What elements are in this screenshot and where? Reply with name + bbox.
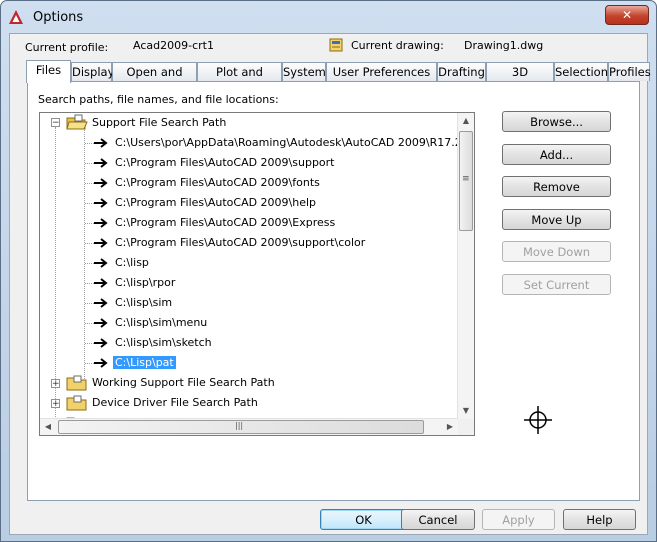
cancel-button[interactable]: Cancel [401,509,475,530]
path-label: C:\Program Files\AutoCAD 2009\fonts [115,176,320,189]
add-button[interactable]: Add... [502,144,611,165]
grip-icon: ≡ [462,174,470,184]
tab-files[interactable]: Files [26,60,71,83]
path-arrow-icon [94,238,108,248]
path-label: C:\Program Files\AutoCAD 2009\help [115,196,317,209]
set-current-button[interactable]: Set Current [502,274,611,295]
tab-system[interactable]: System [282,62,326,81]
apply-button[interactable]: Apply [482,509,555,530]
tab-drafting[interactable]: Drafting [437,62,486,81]
path-item[interactable]: C:\Users\por\AppData\Roaming\Autodesk\Au… [40,133,474,153]
path-item[interactable]: C:\lisp\rpor [40,273,458,293]
path-label: C:\Users\por\AppData\Roaming\Autodesk\Au… [115,136,475,149]
path-arrow-icon [94,358,108,368]
current-drawing-value: Drawing1.dwg [464,39,544,52]
tree-node-device-driver-file-search-path[interactable]: + Device Driver File Search Path [40,393,458,413]
path-label: C:\lisp\sim [115,296,173,309]
path-item[interactable]: C:\lisp\sim\sketch [40,333,458,353]
path-label: C:\Program Files\AutoCAD 2009\support\co… [115,236,366,249]
scroll-corner [458,419,474,435]
path-arrow-icon [94,158,108,168]
search-path-tree[interactable]: − Support File Search Path C:\Users\por\… [39,112,475,436]
tree-node-working-support-file-search-path[interactable]: + Working Support File Search Path [40,373,458,393]
path-arrow-icon [94,338,108,348]
path-label: C:\lisp [115,256,149,269]
path-item-selected[interactable]: C:\Lisp\pat [40,353,458,373]
path-arrow-icon [94,298,108,308]
close-button[interactable]: ✕ [605,5,649,25]
scroll-down-icon[interactable]: ▼ [458,403,474,419]
path-label: C:\lisp\rpor [115,276,176,289]
tree-node-label: Device Driver File Search Path [92,396,258,409]
tab-plot-and-publish[interactable]: Plot and Publish [197,62,282,97]
tree-node-label: Support File Search Path [92,116,227,129]
ok-button[interactable]: OK [320,509,407,530]
browse-button[interactable]: Browse... [502,111,611,132]
path-arrow-icon [94,178,108,188]
path-arrow-icon [94,198,108,208]
crosshair-cursor-icon [524,406,552,434]
current-profile-value: Acad2009-crt1 [133,39,214,52]
open-folder-icon [66,114,88,130]
tab-open-and-save[interactable]: Open and Save [112,62,197,97]
tab-3d-modeling[interactable]: 3D Modeling [486,62,554,97]
horizontal-scroll-thumb[interactable]: ||| [58,420,424,434]
scroll-left-icon[interactable]: ◀ [40,419,56,435]
remove-button[interactable]: Remove [502,176,611,197]
path-label: C:\lisp\sim\sketch [115,336,212,349]
autocad-app-icon [9,10,23,24]
drawing-icon [329,38,343,52]
path-item[interactable]: C:\Program Files\AutoCAD 2009\support\co… [40,233,458,253]
scroll-right-icon[interactable]: ▶ [442,419,458,435]
path-label: C:\lisp\sim\menu [115,316,208,329]
current-profile-label: Current profile: [25,41,109,54]
move-down-button[interactable]: Move Down [502,241,611,262]
path-item[interactable]: C:\lisp\sim\menu [40,313,458,333]
expand-icon[interactable]: + [51,379,60,389]
tree-node-label: Working Support File Search Path [92,376,275,389]
scroll-up-icon[interactable]: ▲ [458,113,474,129]
path-item[interactable]: C:\Program Files\AutoCAD 2009\fonts [40,173,458,193]
window-title: Options [33,10,84,25]
help-button[interactable]: Help [563,509,636,530]
current-drawing-label: Current drawing: [351,39,444,52]
path-item[interactable]: C:\Program Files\AutoCAD 2009\Express [40,213,458,233]
path-item[interactable]: C:\lisp\sim [40,293,458,313]
tab-user-preferences[interactable]: User Preferences [326,62,437,81]
path-label: C:\Program Files\AutoCAD 2009\support [115,156,335,169]
options-dialog: Options ✕ Current profile: Acad2009-crt1… [0,0,657,542]
collapse-icon[interactable]: − [51,118,60,128]
expand-icon[interactable]: + [51,399,60,409]
path-item[interactable]: C:\Program Files\AutoCAD 2009\help [40,193,458,213]
tab-selection[interactable]: Selection [554,62,608,81]
path-arrow-icon [94,138,108,148]
dialog-client: Current profile: Acad2009-crt1 Current d… [9,33,651,535]
vertical-scroll-thumb[interactable]: ≡ [459,131,473,231]
move-up-button[interactable]: Move Up [502,209,611,230]
path-arrow-icon [94,218,108,228]
title-bar[interactable]: Options ✕ [1,1,656,33]
folder-icon [66,375,87,391]
tab-display[interactable]: Display [71,62,114,81]
files-tab-page: Search paths, file names, and file locat… [27,81,640,501]
tab-profiles[interactable]: Profiles [608,62,651,81]
vertical-scrollbar[interactable]: ▲ ≡ ▼ [457,113,474,419]
path-arrow-icon [94,318,108,328]
path-arrow-icon [94,258,108,268]
grip-icon: ||| [235,421,244,430]
tree-node-support-file-search-path[interactable]: − Support File Search Path [40,113,458,133]
path-label-selected: C:\Lisp\pat [113,356,176,369]
path-item[interactable]: C:\lisp [40,253,458,273]
close-icon: ✕ [621,8,633,22]
path-item[interactable]: C:\Program Files\AutoCAD 2009\support [40,153,458,173]
search-paths-heading: Search paths, file names, and file locat… [38,93,279,106]
path-arrow-icon [94,278,108,288]
horizontal-scrollbar[interactable]: ◀ ||| ▶ [40,418,458,435]
folder-icon [66,395,87,411]
path-label: C:\Program Files\AutoCAD 2009\Express [115,216,336,229]
